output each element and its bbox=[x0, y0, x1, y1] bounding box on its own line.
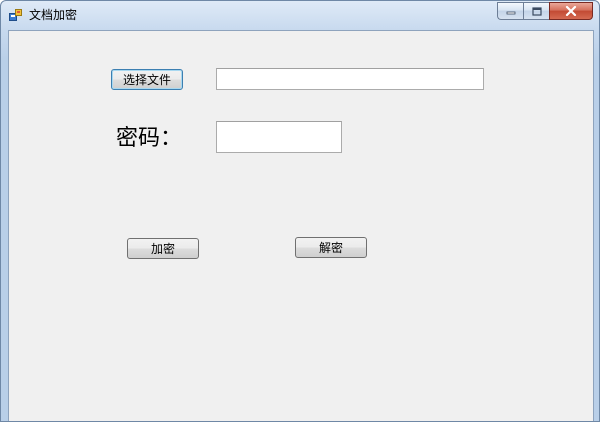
password-label: 密码： bbox=[116, 126, 183, 151]
choose-file-button[interactable]: 选择文件 bbox=[111, 69, 183, 90]
close-icon bbox=[565, 6, 577, 16]
minimize-button[interactable] bbox=[497, 2, 523, 20]
close-button[interactable] bbox=[549, 2, 593, 20]
minimize-icon bbox=[506, 11, 515, 15]
caption-buttons bbox=[497, 2, 593, 21]
app-window: 文档加密 选择文件 密码： 加密 解密 bbox=[0, 0, 600, 422]
maximize-icon bbox=[531, 6, 542, 16]
decrypt-button[interactable]: 解密 bbox=[295, 237, 367, 258]
window-title: 文档加密 bbox=[29, 8, 78, 22]
password-input[interactable] bbox=[216, 121, 342, 153]
app-icon bbox=[9, 9, 22, 21]
file-path-input[interactable] bbox=[216, 68, 484, 90]
form-client-area: 选择文件 密码： 加密 解密 bbox=[8, 30, 594, 421]
maximize-button[interactable] bbox=[523, 2, 549, 20]
encrypt-button[interactable]: 加密 bbox=[127, 238, 199, 259]
title-bar[interactable]: 文档加密 bbox=[1, 1, 599, 30]
